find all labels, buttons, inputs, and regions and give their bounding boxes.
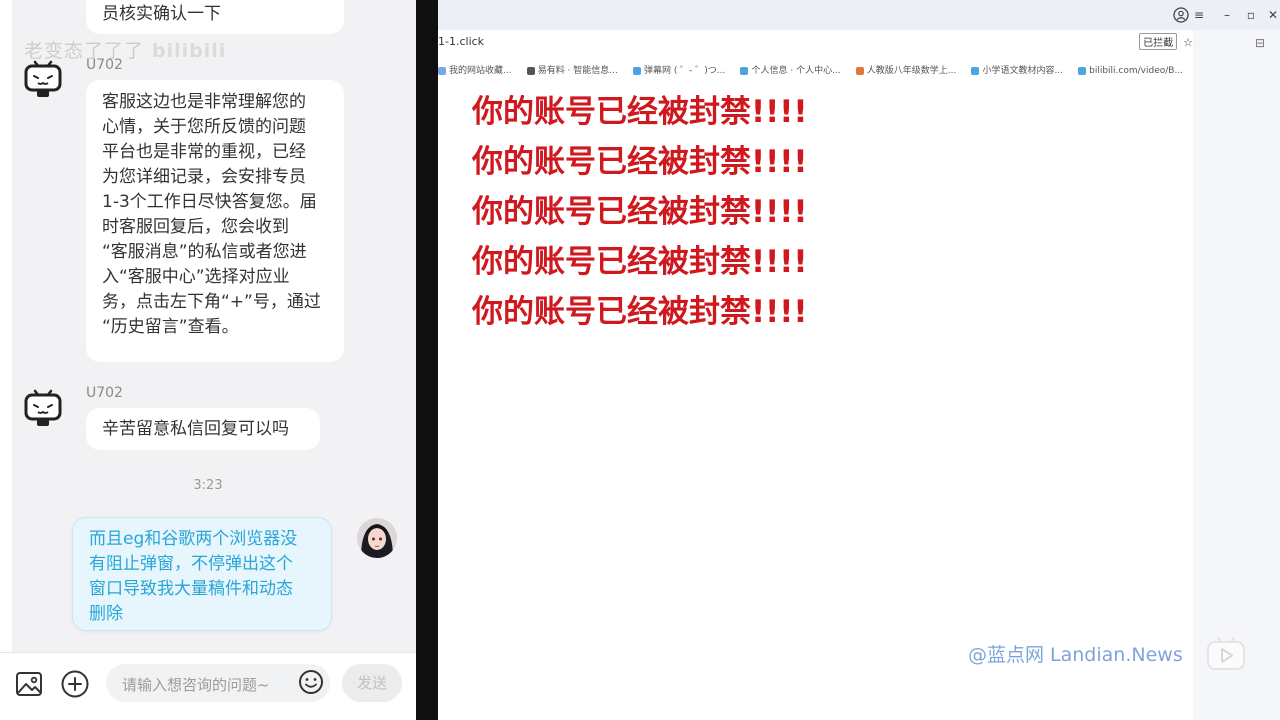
- bookmark-item[interactable]: bilibili.com/video/B...: [1078, 66, 1183, 76]
- bookmark-label: 小学语文教材内容...: [982, 66, 1064, 76]
- bookmark-label: 我的网站收藏...: [449, 66, 512, 76]
- address-bar[interactable]: 1-1.click 已拦截 ☆: [438, 30, 1193, 54]
- browser-side-gutter: ⊟: [1193, 30, 1280, 720]
- screen: 员核实确认一下 老变态了了了 bilibili U702 客服这边也是非常理解您的…: [0, 0, 1280, 720]
- panel-divider: [416, 0, 438, 720]
- image-upload-icon[interactable]: [14, 669, 44, 699]
- banned-warning-line: 你的账号已经被封禁!!!!: [472, 294, 808, 330]
- address-bar-actions: 已拦截 ☆: [1139, 33, 1193, 50]
- site-watermark: @蓝点网 Landian.News: [968, 644, 1183, 666]
- message-line: “历史留言”查看。: [102, 317, 239, 337]
- close-icon[interactable]: ✕: [1264, 6, 1280, 24]
- bookmark-item[interactable]: 个人信息 · 个人中心...: [740, 63, 841, 76]
- message-line: 平台也是非常的重视，已经: [102, 142, 306, 162]
- support-message-bubble: 辛苦留意私信回复可以吗: [86, 408, 320, 450]
- message-line: 窗口导致我大量稿件和动态: [89, 579, 293, 599]
- banned-warning-line: 你的账号已经被封禁!!!!: [472, 244, 808, 280]
- bookmark-label: 易有料 · 智能信息...: [537, 66, 618, 76]
- emoji-icon[interactable]: [296, 667, 326, 697]
- sidebar-toggle-icon[interactable]: ⊟: [1255, 36, 1273, 50]
- bookmark-item[interactable]: 我的网站收藏...: [438, 63, 512, 76]
- add-plus-icon[interactable]: [60, 669, 90, 699]
- support-message-bubble: 客服这边也是非常理解您的 心情，关于您所反馈的问题 平台也是非常的重视，已经 为…: [86, 80, 344, 362]
- user-message-bubble: 而且eg和谷歌两个浏览器没 有阻止弹窗，不停弹出这个 窗口导致我大量稿件和动态 …: [72, 517, 332, 631]
- url-text: 1-1.click: [438, 35, 485, 48]
- bilibili-watermark-logo: bilibili: [152, 40, 227, 62]
- bookmark-label: bilibili.com/video/B...: [1089, 66, 1184, 76]
- question-input-placeholder: 请输入想咨询的问题~: [122, 676, 270, 694]
- banned-warning-line: 你的账号已经被封禁!!!!: [472, 94, 808, 130]
- bookmark-item[interactable]: 易有料 · 智能信息...: [526, 63, 618, 76]
- bookmark-item[interactable]: 弹幕网 ( ゜- ゜)つ...: [632, 63, 726, 76]
- banned-warning-line: 你的账号已经被封禁!!!!: [472, 194, 808, 230]
- customer-service-chat: 员核实确认一下 老变态了了了 bilibili U702 客服这边也是非常理解您的…: [0, 0, 416, 720]
- message-line: 有阻止弹窗，不停弹出这个: [89, 554, 293, 574]
- message-line: 时客服回复后，您会收到: [102, 217, 289, 237]
- bookmark-item[interactable]: 人教版八年级数学上...: [855, 63, 957, 76]
- message-line: “客服消息”的私信或者您进: [102, 242, 307, 262]
- message-sender-name: U702: [86, 385, 123, 401]
- banned-warning-line: 你的账号已经被封禁!!!!: [472, 144, 808, 180]
- message-line: 心情，关于您所反馈的问题: [102, 117, 306, 137]
- message-timestamp: 3:23: [193, 478, 223, 493]
- window-titlebar: ≡ – ▫ ✕: [438, 0, 1280, 30]
- chat-input-bar: 请输入想咨询的问题~ 发送: [0, 652, 416, 720]
- bookmark-label: 人教版八年级数学上...: [866, 66, 957, 76]
- message-line: 辛苦留意私信回复可以吗: [102, 419, 289, 439]
- message-line: 入“客服中心”选择对应业: [102, 267, 290, 287]
- account-icon[interactable]: [1172, 6, 1190, 24]
- bookmark-label: 个人信息 · 个人中心...: [751, 66, 841, 76]
- bookmark-label: 弹幕网 ( ゜- ゜)つ...: [643, 66, 726, 76]
- support-bot-avatar[interactable]: [22, 56, 64, 98]
- minimize-icon[interactable]: –: [1218, 6, 1236, 24]
- message-line: 删除: [89, 604, 123, 624]
- chat-left-edge: [0, 0, 12, 720]
- support-bot-avatar[interactable]: [22, 385, 64, 427]
- message-line: 务，点击左下角“+”号，通过: [102, 292, 321, 312]
- browser-popup-window: ≡ – ▫ ✕ 1-1.click 已拦截 ☆ 我的网站收藏... 易有料 · 智…: [438, 0, 1280, 720]
- message-line: 而且eg和谷歌两个浏览器没: [89, 529, 298, 549]
- message-line: 客服这边也是非常理解您的: [102, 92, 306, 112]
- message-line: 1-3个工作日尽快答复您。届: [102, 192, 317, 212]
- send-button[interactable]: 发送: [342, 664, 402, 702]
- message-sender-name: U702: [86, 57, 123, 73]
- bookmarks-bar: 我的网站收藏... 易有料 · 智能信息... 弹幕网 ( ゜- ゜)つ... …: [438, 58, 1193, 76]
- menu-icon[interactable]: ≡: [1190, 6, 1208, 24]
- user-avatar[interactable]: [357, 518, 397, 558]
- restore-icon[interactable]: ▫: [1242, 6, 1260, 24]
- video-play-icon[interactable]: [1205, 634, 1247, 672]
- partial-message-bubble: 员核实确认一下: [86, 0, 344, 34]
- partial-message-text: 员核实确认一下: [102, 4, 221, 24]
- bookmark-item[interactable]: 小学语文教材内容...: [971, 63, 1063, 76]
- message-line: 为您详细记录，会安排专员: [102, 167, 306, 187]
- popup-blocked-badge[interactable]: 已拦截: [1139, 33, 1178, 50]
- bookmark-star-icon[interactable]: ☆: [1183, 36, 1193, 49]
